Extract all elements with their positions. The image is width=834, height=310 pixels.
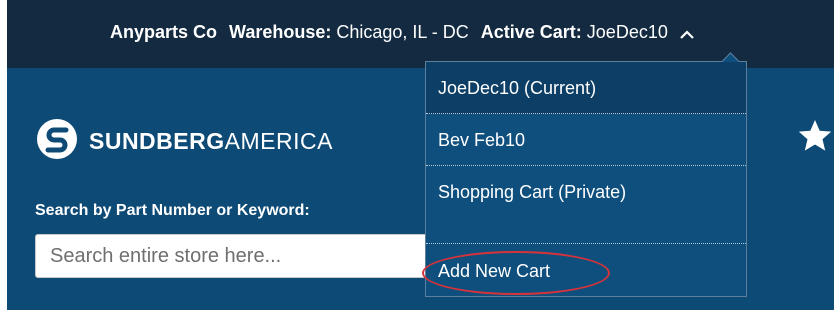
- company-name: Anyparts Co: [110, 22, 218, 42]
- active-cart-value[interactable]: JoeDec10: [587, 22, 668, 43]
- cart-option[interactable]: Bev Feb10: [426, 114, 746, 166]
- logo-text-bold: SUNDBERG: [89, 128, 225, 154]
- cart-option[interactable]: Shopping Cart (Private): [426, 166, 746, 244]
- add-new-cart-link[interactable]: Add New Cart: [426, 244, 746, 296]
- chevron-up-icon[interactable]: [678, 26, 696, 40]
- warehouse-value[interactable]: Chicago, IL - DC: [336, 22, 468, 43]
- star-icon[interactable]: [797, 118, 833, 154]
- cart-dropdown-menu: JoeDec10 (Current) Bev Feb10 Shopping Ca…: [425, 52, 747, 297]
- top-bar-info: Anyparts Co Warehouse: Chicago, IL - DC …: [110, 22, 696, 43]
- sundberg-s-logo-icon: [35, 117, 79, 166]
- logo-text: SUNDBERGAMERICA: [89, 128, 333, 155]
- active-cart-label: Active Cart:: [480, 22, 582, 42]
- cart-option-current[interactable]: JoeDec10 (Current): [426, 62, 746, 114]
- search-label: Search by Part Number or Keyword:: [35, 202, 310, 219]
- site-logo[interactable]: SUNDBERGAMERICA: [35, 117, 333, 166]
- warehouse-label: Warehouse:: [229, 22, 332, 42]
- app-frame: Anyparts Co Warehouse: Chicago, IL - DC …: [7, 0, 834, 310]
- logo-text-light: AMERICA: [224, 128, 333, 154]
- top-bar: Anyparts Co Warehouse: Chicago, IL - DC …: [7, 0, 834, 68]
- search-input[interactable]: [35, 234, 455, 278]
